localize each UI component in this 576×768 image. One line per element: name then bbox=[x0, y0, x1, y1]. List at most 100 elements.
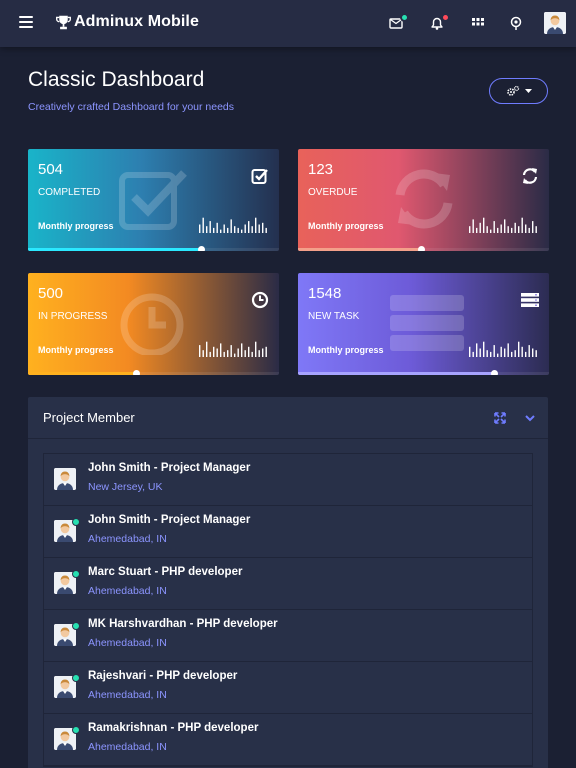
sparkline-bar bbox=[258, 350, 260, 357]
member-name: Rajeshvari - PHP developer bbox=[88, 670, 238, 682]
member-location: Ahemedabad, IN bbox=[88, 533, 167, 545]
sparkline-bar bbox=[262, 348, 264, 357]
sparkline-bar bbox=[476, 343, 478, 357]
online-status-dot bbox=[72, 622, 80, 630]
sparkline-bar bbox=[220, 343, 222, 357]
stat-card-in-progress[interactable]: 500 IN PROGRESS Monthly progress bbox=[28, 273, 279, 375]
sparkline-bar bbox=[535, 350, 537, 357]
list-item[interactable]: John Smith - Project Manager Ahemedabad,… bbox=[44, 506, 532, 558]
sparkline-bar bbox=[213, 346, 215, 357]
project-member-panel: Project Member John Smith - Project Mana… bbox=[28, 397, 548, 768]
sparkline-bar bbox=[248, 346, 250, 357]
gears-icon bbox=[506, 85, 519, 96]
sparkline-chart bbox=[469, 217, 537, 233]
avatar[interactable] bbox=[544, 12, 566, 34]
sparkline-bar bbox=[507, 343, 509, 357]
expand-icon[interactable] bbox=[493, 411, 507, 425]
progress-fill bbox=[28, 372, 136, 375]
location-pin-icon[interactable] bbox=[507, 13, 527, 33]
card-label: OVERDUE bbox=[308, 187, 358, 198]
mail-notification-dot bbox=[400, 13, 409, 22]
bell-icon[interactable] bbox=[428, 13, 450, 33]
sparkline-bar bbox=[532, 221, 534, 233]
member-name: Marc Stuart - PHP developer bbox=[88, 566, 243, 578]
clock-watermark-icon bbox=[120, 293, 184, 355]
sparkline-bar bbox=[497, 227, 499, 233]
sparkline-bar bbox=[255, 217, 257, 233]
stat-card-completed[interactable]: 504 COMPLETED Monthly progress bbox=[28, 149, 279, 251]
mail-icon[interactable] bbox=[388, 13, 409, 33]
chevron-down-icon[interactable] bbox=[523, 411, 537, 425]
sparkline-bar bbox=[511, 227, 513, 233]
sparkline-bar bbox=[504, 219, 506, 233]
progress-handle[interactable] bbox=[417, 246, 425, 251]
bell-notification-dot bbox=[441, 13, 450, 22]
sparkline-bar bbox=[209, 221, 211, 233]
sparkline-bar bbox=[216, 348, 218, 357]
sparkline-bar bbox=[234, 226, 236, 233]
member-location: Ahemedabad, IN bbox=[88, 741, 167, 753]
progress-fill bbox=[298, 248, 421, 251]
sparkline-bar bbox=[493, 345, 495, 357]
sparkline-bar bbox=[500, 346, 502, 357]
sparkline-bar bbox=[469, 226, 471, 233]
page-subtitle: Creatively crafted Dashboard for your ne… bbox=[28, 101, 235, 113]
member-name: John Smith - Project Manager bbox=[88, 514, 251, 526]
sparkline-bar bbox=[514, 350, 516, 357]
sparkline-bar bbox=[476, 227, 478, 233]
sparkline-bar bbox=[511, 351, 513, 357]
sparkline-bar bbox=[479, 348, 481, 357]
progress-handle[interactable] bbox=[132, 370, 140, 375]
list-item[interactable]: MK Harshvardhan - PHP developer Ahemedab… bbox=[44, 610, 532, 662]
sparkline-bar bbox=[486, 226, 488, 233]
list-item[interactable]: John Smith - Project Manager New Jersey,… bbox=[44, 454, 532, 506]
card-value: 1548 bbox=[308, 285, 342, 302]
sparkline-bar bbox=[472, 219, 474, 233]
sparkline-bar bbox=[483, 217, 485, 233]
list-item[interactable]: Ramakrishnan - PHP developer Ahemedabad,… bbox=[44, 714, 532, 766]
sparkline-bar bbox=[202, 217, 204, 233]
sparkline-bar bbox=[486, 350, 488, 357]
sparkline-bar bbox=[535, 226, 537, 233]
progress-handle[interactable] bbox=[198, 246, 206, 251]
apps-grid-icon[interactable] bbox=[469, 13, 489, 33]
card-subtitle: Monthly progress bbox=[38, 221, 114, 231]
sparkline-bar bbox=[216, 222, 218, 233]
sparkline-bar bbox=[532, 348, 534, 357]
top-navbar: Adminux Mobile bbox=[0, 0, 576, 47]
sparkline-bar bbox=[199, 345, 201, 357]
sparkline-bar bbox=[490, 351, 492, 357]
sparkline-bar bbox=[518, 341, 520, 357]
member-location: New Jersey, UK bbox=[88, 481, 163, 493]
sparkline-bar bbox=[528, 345, 530, 357]
sparkline-bar bbox=[223, 224, 225, 233]
sparkline-bar bbox=[521, 217, 523, 233]
sparkline-bar bbox=[227, 350, 229, 357]
sparkline-bar bbox=[525, 224, 527, 233]
sparkline-bar bbox=[241, 343, 243, 357]
card-value: 504 bbox=[38, 161, 64, 178]
sparkline-bar bbox=[251, 226, 253, 233]
sparkline-bar bbox=[493, 221, 495, 233]
list-item[interactable]: Marc Stuart - PHP developer Ahemedabad, … bbox=[44, 558, 532, 610]
online-status-dot bbox=[72, 518, 80, 526]
app-title[interactable]: Adminux Mobile bbox=[74, 13, 199, 31]
avatar bbox=[54, 468, 76, 490]
list-item[interactable]: Rajeshvari - PHP developer Ahemedabad, I… bbox=[44, 662, 532, 714]
stat-card-new-task[interactable]: 1548 NEW TASK Monthly progress bbox=[298, 273, 549, 375]
card-label: IN PROGRESS bbox=[38, 311, 108, 322]
settings-dropdown-button[interactable] bbox=[489, 78, 548, 104]
sparkline-chart bbox=[469, 341, 537, 357]
member-list: John Smith - Project Manager New Jersey,… bbox=[43, 453, 533, 767]
member-location: Ahemedabad, IN bbox=[88, 637, 167, 649]
checkbox-icon bbox=[251, 169, 268, 184]
sparkline-bar bbox=[206, 341, 208, 357]
card-label: NEW TASK bbox=[308, 311, 360, 322]
progress-fill bbox=[28, 248, 202, 251]
sparkline-bar bbox=[223, 351, 225, 357]
stat-card-overdue[interactable]: 123 OVERDUE Monthly progress bbox=[298, 149, 549, 251]
menu-icon[interactable] bbox=[19, 16, 33, 28]
card-value: 500 bbox=[38, 285, 64, 302]
progress-handle[interactable] bbox=[490, 370, 498, 375]
member-location: Ahemedabad, IN bbox=[88, 689, 167, 701]
